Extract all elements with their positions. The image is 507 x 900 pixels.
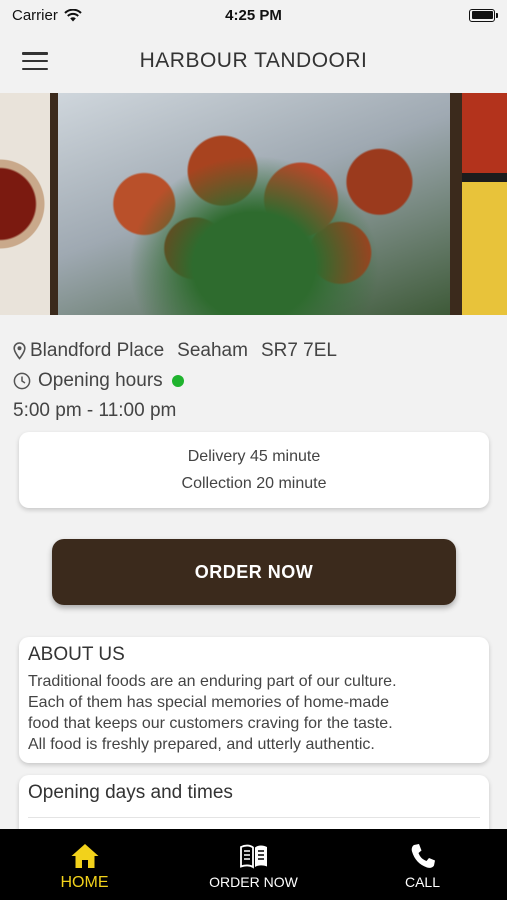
status-left: Carrier — [12, 7, 82, 24]
menu-book-icon — [239, 844, 267, 869]
about-line: food that keeps our customers craving fo… — [28, 715, 393, 732]
about-us-card: ABOUT US Traditional foods are an enduri… — [19, 637, 489, 763]
battery-icon — [469, 8, 498, 22]
rice-curry-image — [462, 93, 507, 315]
opening-days-title: Opening days and times — [28, 782, 233, 803]
tab-home[interactable]: HOME — [0, 829, 169, 900]
open-status-indicator — [171, 375, 184, 387]
service-times-card: Delivery 45 minute Collection 20 minute — [19, 432, 489, 508]
collection-time: Collection 20 minute — [181, 475, 327, 492]
clock-icon — [13, 372, 31, 390]
location-pin-icon — [13, 342, 26, 360]
tab-call[interactable]: CALL — [338, 829, 507, 900]
divider — [28, 817, 480, 818]
tandoori-chicken-image — [58, 93, 450, 315]
app-header: HARBOUR TANDOORI — [0, 30, 507, 92]
tab-home-label: HOME — [60, 874, 109, 891]
hours-range: 5:00 pm - 11:00 pm — [13, 400, 177, 421]
hamburger-menu-icon[interactable] — [22, 50, 48, 72]
about-line: Traditional foods are an enduring part o… — [28, 673, 397, 690]
tab-order-now-label: ORDER NOW — [209, 874, 298, 890]
image-carousel[interactable] — [0, 93, 507, 315]
phone-icon — [411, 844, 435, 868]
about-line: All food is freshly prepared, and utterl… — [28, 736, 375, 753]
status-bar: Carrier 4:25 PM — [0, 0, 507, 30]
app-title: HARBOUR TANDOORI — [139, 49, 368, 72]
about-line: Each of them has special memories of hom… — [28, 694, 390, 711]
sauce-dish-image — [0, 93, 50, 315]
address-street: Blandford Place — [30, 340, 165, 361]
restaurant-info: Blandford Place Seaham SR7 7EL Opening h… — [13, 336, 350, 426]
address-row: Blandford Place Seaham SR7 7EL — [13, 336, 350, 366]
address-postcode: SR7 7EL — [260, 340, 337, 361]
delivery-time: Delivery 45 minute — [187, 448, 321, 465]
tab-order-now[interactable]: ORDER NOW — [169, 829, 338, 900]
carrier-label: Carrier — [12, 6, 58, 24]
about-us-title: ABOUT US — [28, 644, 125, 665]
opening-hours-row: Opening hours — [13, 366, 350, 396]
about-us-text: Traditional foods are an enduring part o… — [28, 671, 479, 755]
tab-call-label: CALL — [404, 874, 441, 890]
opening-hours-label: Opening hours — [38, 370, 163, 391]
order-now-button[interactable]: ORDER NOW — [52, 539, 456, 605]
bottom-tab-bar: HOME ORDER NOW CALL — [0, 829, 507, 900]
home-icon — [71, 844, 98, 868]
address-town: Seaham — [177, 340, 248, 361]
wifi-icon — [64, 8, 82, 21]
